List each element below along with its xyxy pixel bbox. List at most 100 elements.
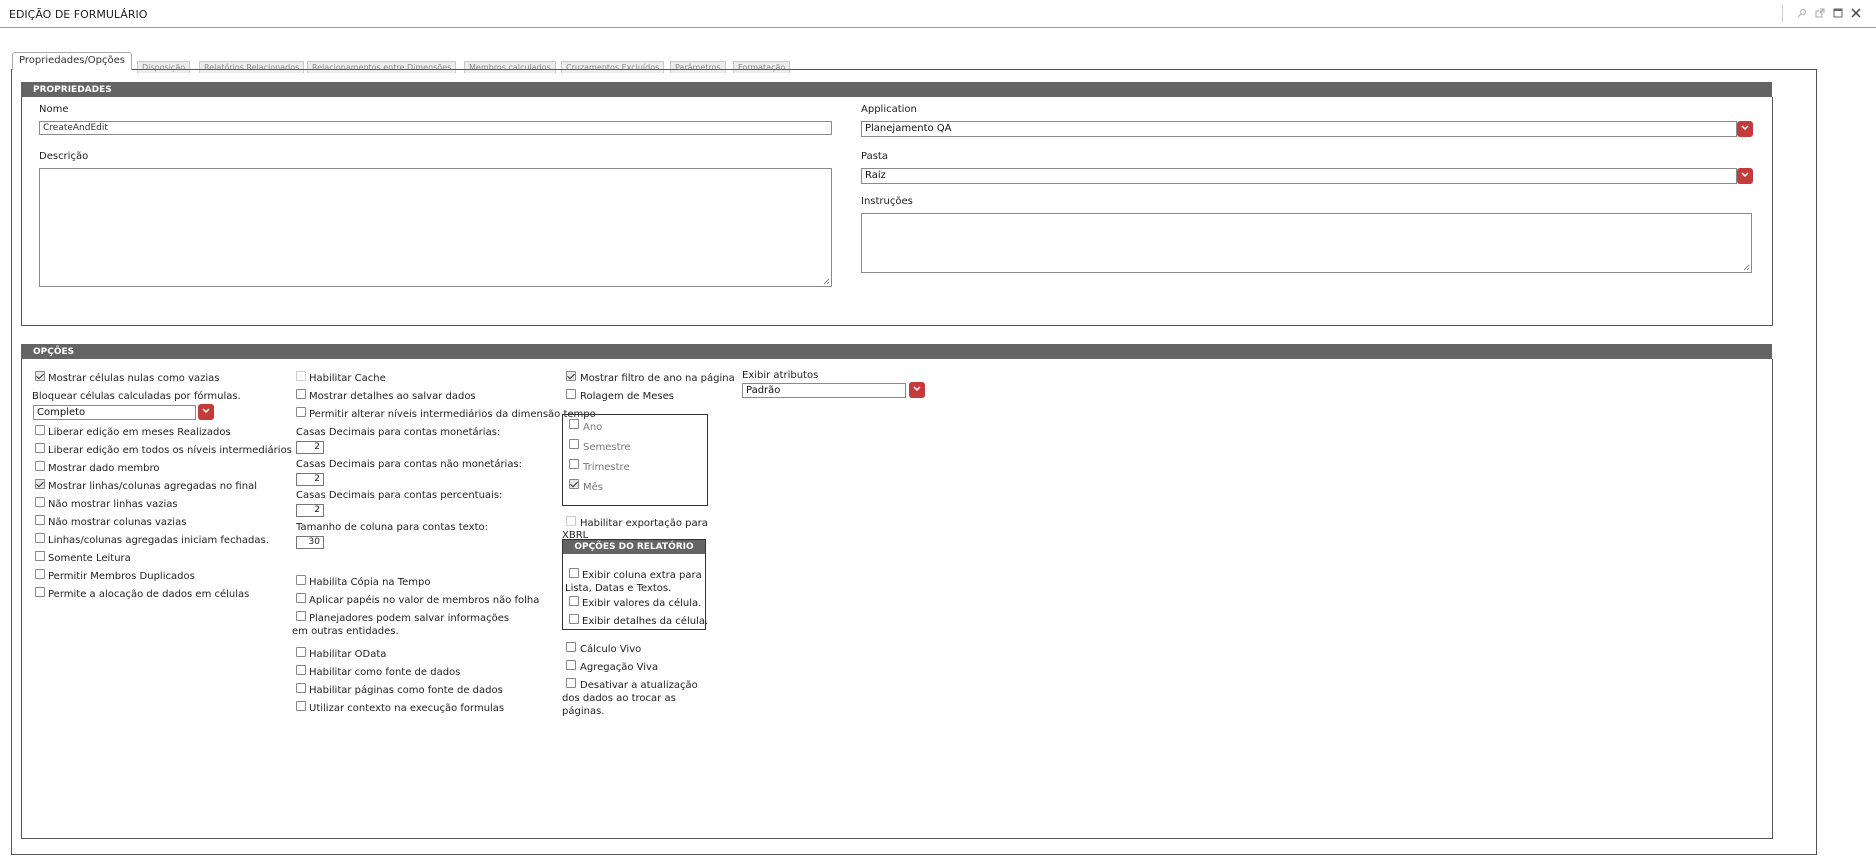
- cell-values-checkbox[interactable]: [569, 596, 579, 606]
- attributes-dropdown-button[interactable]: [909, 382, 925, 398]
- col1-option-checkbox[interactable]: [35, 479, 45, 489]
- folder-select[interactable]: Raiz: [861, 168, 1737, 184]
- rolling-months-label: Rolagem de Meses: [580, 391, 674, 402]
- period-checkbox[interactable]: [569, 459, 579, 469]
- disable-update-label-line2: dos dados ao trocar as: [562, 693, 676, 704]
- col1-option-checkbox[interactable]: [35, 497, 45, 507]
- pin-icon[interactable]: [1796, 8, 1808, 20]
- col1-option-checkbox[interactable]: [35, 569, 45, 579]
- cell-values-label: Exibir valores da célula.: [582, 598, 702, 609]
- planners-save-label-line2: em outras entidades.: [292, 626, 399, 637]
- col1-option-checkbox[interactable]: [35, 515, 45, 525]
- live-agg-checkbox[interactable]: [566, 660, 576, 670]
- dec-nonmonetary-input[interactable]: 2: [296, 473, 324, 486]
- col1-option-label: Mostrar linhas/colunas agregadas no fina…: [48, 481, 257, 492]
- resize-handle-icon[interactable]: [822, 277, 830, 285]
- instructions-field[interactable]: [861, 213, 1752, 273]
- odata-checkbox[interactable]: [296, 647, 306, 657]
- apply-roles-checkbox[interactable]: [296, 593, 306, 603]
- period-label: Mês: [583, 482, 603, 493]
- col-size-input[interactable]: 30: [296, 536, 324, 549]
- datasource-label: Habilitar como fonte de dados: [309, 667, 461, 678]
- period-label: Ano: [583, 422, 603, 433]
- attributes-label: Exibir atributos: [742, 370, 819, 381]
- chevron-down-icon: [913, 386, 921, 392]
- context-formulas-checkbox[interactable]: [296, 701, 306, 711]
- dec-monetary-input[interactable]: 2: [296, 441, 324, 454]
- disable-update-label-line3: páginas.: [562, 706, 605, 717]
- col1-option-label: Permitir Membros Duplicados: [48, 571, 195, 582]
- odata-label: Habilitar OData: [309, 649, 387, 660]
- live-agg-label: Agregação Viva: [580, 662, 659, 673]
- maximize-icon[interactable]: [1832, 8, 1844, 20]
- col1-option-label: Linhas/colunas agregadas iniciam fechada…: [48, 535, 269, 546]
- allow-levels-label: Permitir alterar níveis intermediários d…: [309, 409, 596, 420]
- dec-percent-input[interactable]: 2: [296, 504, 324, 517]
- col1-option-checkbox[interactable]: [35, 443, 45, 453]
- report-options-header: OPÇÕES DO RELATÓRIO: [563, 540, 705, 554]
- year-filter-label: Mostrar filtro de ano na página: [580, 373, 735, 384]
- xbrl-checkbox[interactable]: [566, 516, 576, 526]
- titlebar-separator: [1782, 5, 1783, 22]
- application-label: Application: [861, 104, 917, 115]
- copy-time-checkbox[interactable]: [296, 575, 306, 585]
- disable-update-label: Desativar a atualização: [580, 680, 698, 691]
- block-calc-dropdown-button[interactable]: [198, 404, 214, 420]
- show-nulls-checkbox[interactable]: [35, 371, 45, 381]
- application-dropdown-button[interactable]: [1737, 121, 1753, 137]
- cell-details-checkbox[interactable]: [569, 614, 579, 624]
- cell-details-label: Exibir detalhes da célula.: [582, 616, 709, 627]
- block-calc-select[interactable]: Completo: [33, 405, 196, 420]
- extra-col-label: Exibir coluna extra para: [582, 570, 702, 581]
- block-calc-label: Bloquear células calculadas por fórmulas…: [32, 391, 241, 402]
- popout-icon[interactable]: [1814, 8, 1826, 20]
- folder-dropdown-button[interactable]: [1737, 168, 1753, 184]
- folder-label: Pasta: [861, 151, 888, 162]
- period-checkbox[interactable]: [569, 419, 579, 429]
- close-icon[interactable]: [1850, 8, 1862, 20]
- chevron-down-icon: [1741, 172, 1749, 178]
- planners-save-label: Planejadores podem salvar informações: [309, 613, 510, 624]
- col1-option-checkbox[interactable]: [35, 425, 45, 435]
- name-label: Nome: [39, 104, 69, 115]
- name-field[interactable]: CreateAndEdit: [39, 121, 832, 135]
- tab-properties-options[interactable]: Propriedades/Opções: [12, 52, 133, 70]
- col1-option-label: Liberar edição em todos os níveis interm…: [48, 445, 292, 456]
- col1-option-checkbox[interactable]: [35, 587, 45, 597]
- disable-update-checkbox[interactable]: [566, 678, 576, 688]
- period-checkbox[interactable]: [569, 439, 579, 449]
- description-field[interactable]: [39, 168, 832, 287]
- pages-datasource-label: Habilitar páginas como fonte de dados: [309, 685, 503, 696]
- extra-col-checkbox[interactable]: [569, 568, 579, 578]
- chevron-down-icon: [1741, 125, 1749, 131]
- show-details-save-checkbox[interactable]: [296, 389, 306, 399]
- allow-levels-checkbox[interactable]: [296, 407, 306, 417]
- col1-option-checkbox[interactable]: [35, 461, 45, 471]
- planners-save-checkbox[interactable]: [296, 611, 306, 621]
- dec-monetary-label: Casas Decimais para contas monetárias:: [296, 427, 501, 438]
- live-calc-checkbox[interactable]: [566, 642, 576, 652]
- col1-option-label: Permite a alocação de dados em células: [48, 589, 250, 600]
- col1-option-label: Mostrar dado membro: [48, 463, 160, 474]
- rolling-months-checkbox[interactable]: [566, 389, 576, 399]
- properties-header: PROPRIEDADES: [21, 82, 1772, 97]
- window-titlebar: EDIÇÃO DE FORMULÁRIO: [0, 0, 1876, 28]
- attributes-select[interactable]: Padrão: [742, 383, 906, 398]
- apply-roles-label: Aplicar papéis no valor de membros não f…: [309, 595, 540, 606]
- col1-option-checkbox[interactable]: [35, 551, 45, 561]
- period-checkbox[interactable]: [569, 479, 579, 489]
- enable-cache-checkbox[interactable]: [296, 371, 306, 381]
- datasource-checkbox[interactable]: [296, 665, 306, 675]
- description-label: Descrição: [39, 151, 89, 162]
- chevron-down-icon: [202, 408, 210, 414]
- col1-option-label: Somente Leitura: [48, 553, 131, 564]
- options-section: [21, 359, 1773, 839]
- xbrl-label: Habilitar exportação para: [580, 518, 708, 529]
- resize-handle-icon[interactable]: [1742, 263, 1750, 271]
- extra-col-label-line2: Lista, Datas e Textos.: [565, 583, 672, 594]
- live-calc-label: Cálculo Vivo: [580, 644, 642, 655]
- application-select[interactable]: Planejamento QA: [861, 121, 1737, 137]
- col1-option-checkbox[interactable]: [35, 533, 45, 543]
- year-filter-checkbox[interactable]: [566, 371, 576, 381]
- pages-datasource-checkbox[interactable]: [296, 683, 306, 693]
